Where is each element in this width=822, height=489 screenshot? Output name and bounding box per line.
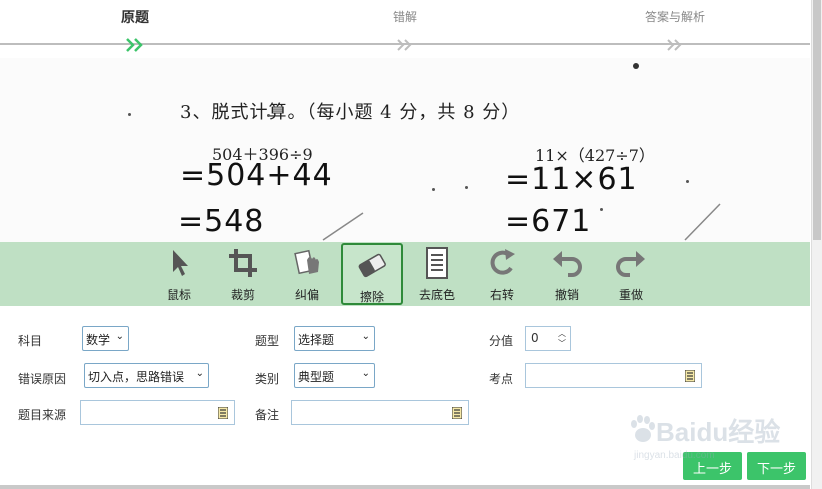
- tool-deskew[interactable]: 纠偏: [276, 242, 338, 306]
- step-original-question[interactable]: 原题: [75, 0, 195, 52]
- double-chevron-icon: [126, 38, 143, 52]
- double-chevron-icon: [397, 39, 412, 51]
- tool-label: 去底色: [418, 288, 455, 302]
- category-select[interactable]: 典型题 ⌄: [294, 363, 375, 388]
- vertical-scrollbar[interactable]: [811, 0, 822, 489]
- step-label: 答案与解析: [644, 10, 705, 24]
- step-progress: 原题 错解 答案与解析: [0, 0, 810, 58]
- question-info-form: 科目 数学 ⌄ 题型 选择题 ⌄ 分值 0 ︿ ﹀ 错误原因 切入点，思路错误 …: [0, 306, 810, 489]
- score-label: 分值: [489, 334, 514, 348]
- note-label: 备注: [255, 408, 280, 422]
- chevron-down-icon: ⌄: [361, 368, 370, 379]
- subject-value: 数学: [86, 333, 111, 347]
- error-reason-value: 切入点，思路错误: [88, 370, 185, 384]
- tool-remove-background[interactable]: 去底色: [406, 242, 468, 306]
- prev-step-button[interactable]: 上一步: [683, 452, 742, 480]
- photo-speck: [600, 208, 603, 211]
- next-step-button[interactable]: 下一步: [747, 452, 806, 480]
- question-heading: 3、脱式计算。（每小题 4 分，共 8 分）: [180, 102, 521, 123]
- eraser-icon: [358, 253, 386, 278]
- handwritten-step: =504+44: [180, 158, 333, 193]
- tool-label: 重做: [618, 288, 643, 302]
- error-reason-select[interactable]: 切入点，思路错误 ⌄: [84, 363, 209, 388]
- tool-rotate-right[interactable]: 右转: [471, 242, 533, 306]
- photo-speck: [465, 186, 468, 189]
- tool-crop[interactable]: 裁剪: [212, 242, 274, 306]
- step-answer-analysis[interactable]: 答案与解析: [615, 0, 735, 51]
- tool-cursor[interactable]: 鼠标: [148, 242, 210, 306]
- deskew-icon: [294, 249, 319, 275]
- tool-eraser[interactable]: 擦除: [341, 243, 403, 305]
- score-value: 0: [531, 331, 539, 345]
- tool-label: 纠偏: [294, 288, 319, 302]
- tool-label: 鼠标: [166, 288, 191, 302]
- handwritten-step: =548: [178, 204, 265, 239]
- photo-speck: [432, 188, 435, 191]
- question-photo[interactable]: 3、脱式计算。（每小题 4 分，共 8 分） 504＋396÷9 11×（427…: [0, 58, 810, 242]
- chevron-down-icon: ⌄: [115, 331, 124, 342]
- step-label: 错解: [392, 10, 417, 24]
- tool-redo[interactable]: 重做: [600, 242, 662, 306]
- tool-label: 擦除: [359, 290, 384, 304]
- category-label: 类别: [255, 372, 280, 386]
- photo-speck: [633, 63, 639, 69]
- cursor-icon: [173, 250, 188, 276]
- question-type-label: 题型: [255, 334, 280, 348]
- category-value: 典型题: [298, 370, 335, 384]
- scrollbar-thumb[interactable]: [813, 0, 821, 240]
- subject-label: 科目: [18, 334, 43, 348]
- double-chevron-icon: [667, 39, 682, 51]
- step-label: 原题: [121, 10, 149, 26]
- question-type-value: 选择题: [298, 333, 335, 347]
- handwritten-step: =671: [505, 204, 592, 239]
- photo-speck: [267, 114, 270, 117]
- list-picker-icon[interactable]: [685, 370, 695, 382]
- score-stepper[interactable]: 0 ︿ ﹀: [525, 326, 571, 351]
- redo-icon: [616, 251, 645, 277]
- tool-label: 右转: [489, 288, 514, 302]
- chevron-down-icon: ⌄: [195, 368, 204, 379]
- knowledge-point-field[interactable]: [525, 363, 702, 388]
- tool-label: 撤销: [554, 288, 579, 302]
- pen-stroke-mark: [322, 212, 364, 241]
- chevron-up-icon[interactable]: ︿: [558, 330, 566, 338]
- pen-stroke-mark: [684, 203, 721, 241]
- crop-icon: [229, 249, 257, 277]
- tool-undo[interactable]: 撤销: [536, 242, 598, 306]
- bottom-border: [0, 485, 810, 489]
- chevron-down-icon[interactable]: ﹀: [558, 340, 566, 348]
- note-field[interactable]: [291, 400, 469, 425]
- photo-speck: [128, 113, 131, 116]
- step-wrong-answer[interactable]: 错解: [345, 0, 465, 51]
- tool-label: 裁剪: [230, 288, 255, 302]
- list-picker-icon[interactable]: [218, 407, 228, 419]
- question-type-select[interactable]: 选择题 ⌄: [294, 326, 375, 351]
- image-edit-toolbar: 鼠标 裁剪 纠偏 擦除 去底色 右转 撤销 重做: [0, 242, 810, 306]
- subject-select[interactable]: 数学 ⌄: [82, 326, 129, 351]
- knowledge-point-label: 考点: [489, 372, 514, 386]
- photo-speck: [686, 180, 689, 183]
- list-picker-icon[interactable]: [452, 407, 462, 419]
- chevron-down-icon: ⌄: [361, 331, 370, 342]
- handwritten-step: =11×61: [505, 162, 638, 197]
- question-source-label: 题目来源: [18, 408, 67, 422]
- rotate-right-icon: [490, 249, 515, 275]
- error-reason-label: 错误原因: [18, 372, 67, 386]
- remove-background-icon: [426, 247, 448, 279]
- question-source-field[interactable]: [80, 400, 235, 425]
- undo-icon: [553, 251, 582, 277]
